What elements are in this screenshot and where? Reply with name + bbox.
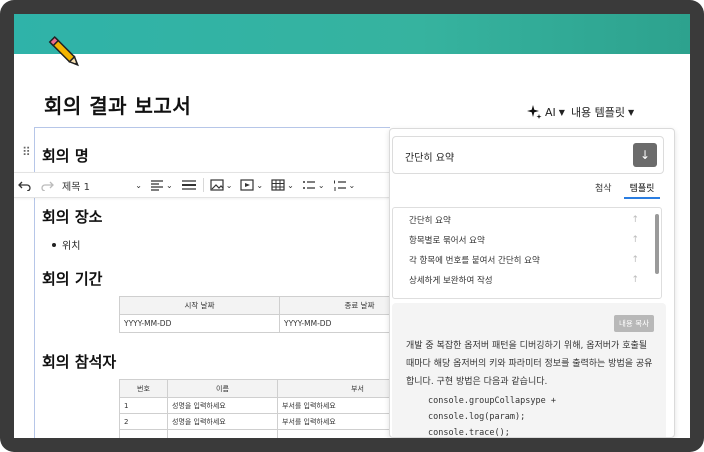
ai-panel: 간단히 요약 ↓ 첨삭 템플릿 간단히 요약 ↑ 항목별로 묶어서 요약 ↑ 각… [389, 128, 675, 438]
undo-button[interactable] [14, 173, 36, 197]
ai-panel-tabs: 첨삭 템플릿 [595, 181, 661, 199]
table-button[interactable]: ⌄ [267, 173, 298, 197]
suggestion-label: 상세하게 보완하여 작성 [409, 276, 493, 286]
chevron-down-icon: ▼ [558, 107, 565, 117]
suggestion-label: 간단히 요약 [409, 216, 451, 226]
arrow-up-icon: ↑ [631, 255, 639, 265]
code-line: console.trace(); [428, 428, 510, 438]
location-bullet-text: 위치 [62, 241, 81, 252]
formatting-toolbar: 제목 1 ⌄ ⌄ ⌄ ⌄ ⌄ ⌄ ⌄ [14, 172, 390, 198]
table-icon [271, 179, 285, 191]
align-button[interactable]: ⌄ [146, 173, 177, 197]
tab-template[interactable]: 템플릿 [623, 181, 661, 199]
list-item[interactable]: 위치 [52, 237, 80, 252]
send-button[interactable]: ↓ [633, 143, 657, 167]
chevron-down-icon: ⌄ [348, 180, 356, 190]
chevron-down-icon: ⌄ [166, 180, 173, 190]
heading-select-value: 제목 1 [62, 181, 90, 193]
arrow-down-icon: ↓ [639, 148, 651, 162]
image-button[interactable]: ⌄ [206, 173, 237, 197]
template-detail: 내용 복사 개발 중 복잡한 옵저버 패턴을 디버깅하기 위해, 옵저버가 호출… [392, 303, 666, 438]
ai-prompt-value: 간단히 요약 [405, 153, 455, 164]
divider-button[interactable] [177, 173, 201, 197]
arrow-up-icon: ↑ [631, 275, 639, 285]
heading-period[interactable]: 회의 기간 [42, 268, 102, 289]
period-header-start: 시작 날짜 [119, 296, 280, 315]
document-title[interactable]: 회의 결과 보고서 [44, 90, 191, 119]
chevron-down-icon: ⌄ [135, 180, 142, 190]
image-icon [210, 179, 224, 191]
numbered-list-icon [333, 180, 346, 191]
undo-icon [18, 181, 31, 191]
sparkle-icon [527, 105, 542, 119]
redo-icon [41, 181, 54, 191]
table-cell[interactable]: 성명을 입력하세요 [167, 397, 278, 414]
video-icon [240, 179, 255, 191]
attendees-header-number: 번호 [119, 379, 168, 398]
period-start-cell[interactable]: YYYY-MM-DD [119, 314, 280, 333]
chevron-down-icon: ⌄ [256, 180, 264, 190]
table-cell[interactable] [167, 429, 278, 438]
heading-location[interactable]: 회의 장소 [42, 206, 102, 227]
toolbar-divider [202, 178, 204, 192]
template-code: console.groupCollapsype + console.log(pa… [428, 393, 556, 438]
suggestion-label: 항목별로 묶어서 요약 [409, 236, 485, 246]
pencil-icon [48, 35, 79, 67]
code-line: console.groupCollapsype + [428, 396, 556, 406]
arrow-up-icon: ↑ [631, 215, 639, 225]
table-cell[interactable]: 1 [119, 397, 168, 414]
ai-button[interactable]: AI ▼ [526, 104, 565, 120]
ai-label: AI [545, 105, 556, 119]
attendees-header-name: 이름 [167, 379, 278, 398]
cover-banner [14, 14, 690, 54]
list-item[interactable]: 항목별로 묶어서 요약 ↑ [393, 230, 655, 250]
heading-attendees[interactable]: 회의 참석자 [42, 351, 116, 372]
bullet-list-icon [302, 181, 315, 189]
list-item[interactable]: 상세하게 보완하여 작성 ↑ [393, 270, 655, 290]
template-description: 개발 중 복잡한 옵저버 패턴을 디버깅하기 위해, 옵저버가 호출될 때마다 … [406, 341, 653, 387]
redo-button[interactable] [36, 173, 58, 197]
arrow-up-icon: ↑ [631, 235, 639, 245]
heading-meeting-name[interactable]: 회의 명 [42, 145, 89, 166]
suggestion-label: 각 항목에 번호를 붙여서 간단히 요약 [409, 256, 540, 266]
chevron-down-icon: ⌄ [317, 180, 325, 190]
template-label: 내용 템플릿 [570, 106, 626, 119]
table-cell[interactable] [119, 429, 168, 438]
horizontal-rule-icon [181, 180, 196, 190]
ai-prompt-input[interactable]: 간단히 요약 ↓ [392, 136, 664, 174]
chevron-down-icon: ▼ [628, 107, 635, 117]
suggestion-list: 간단히 요약 ↑ 항목별로 묶어서 요약 ↑ 각 항목에 번호를 붙여서 간단히… [392, 207, 662, 299]
chevron-down-icon: ⌄ [225, 180, 233, 190]
template-button[interactable]: 내용 템플릿 ▼ [571, 104, 634, 120]
editor-screen: 회의 결과 보고서 AI ▼ 내용 템플릿 ▼ ⠿ 회의 명 제목 1 ⌄ ⌄ … [14, 14, 690, 438]
chevron-down-icon: ⌄ [287, 180, 294, 190]
table-cell[interactable]: 성명을 입력하세요 [167, 413, 278, 430]
tab-edit[interactable]: 첨삭 [595, 181, 612, 199]
heading-select[interactable]: 제목 1 ⌄ [58, 173, 146, 197]
list-item[interactable]: 간단히 요약 ↑ [393, 210, 655, 230]
bullet-dot [52, 242, 56, 247]
top-actions: AI ▼ 내용 템플릿 ▼ [526, 104, 634, 120]
table-cell[interactable]: 2 [119, 413, 168, 430]
bullet-list-button[interactable]: ⌄ [298, 173, 329, 197]
copy-content-button[interactable]: 내용 복사 [614, 315, 654, 332]
device-frame: 회의 결과 보고서 AI ▼ 내용 템플릿 ▼ ⠿ 회의 명 제목 1 ⌄ ⌄ … [0, 0, 704, 452]
align-left-icon [151, 180, 163, 191]
drag-handle-icon[interactable]: ⠿ [22, 146, 31, 158]
list-item[interactable]: 각 항목에 번호를 붙여서 간단히 요약 ↑ [393, 250, 655, 270]
list-scrollbar[interactable] [655, 214, 659, 274]
video-button[interactable]: ⌄ [236, 173, 267, 197]
code-line: console.log(param); [428, 412, 526, 422]
numbered-list-button[interactable]: ⌄ [329, 173, 360, 197]
